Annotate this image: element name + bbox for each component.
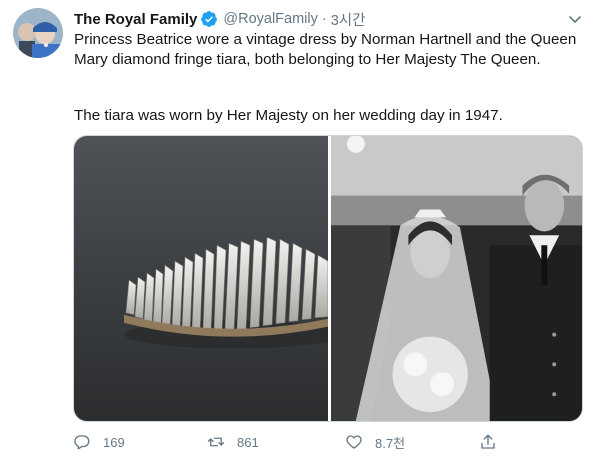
- reply-button[interactable]: 169: [73, 429, 125, 455]
- retweet-icon: [207, 437, 225, 447]
- tiara-image: [74, 136, 328, 421]
- author-name[interactable]: The Royal Family: [74, 11, 197, 28]
- share-button[interactable]: [479, 429, 497, 455]
- retweet-count: 861: [237, 434, 259, 450]
- tweet[interactable]: The Royal Family @RoyalFamily · 3시간 Prin…: [0, 0, 597, 460]
- wedding-photo[interactable]: [331, 136, 582, 421]
- heart-icon: [346, 435, 362, 449]
- chevron-down-icon[interactable]: [567, 11, 583, 27]
- author-handle[interactable]: @RoyalFamily: [223, 11, 317, 27]
- tweet-time[interactable]: 3시간: [331, 9, 366, 30]
- action-bar: 169 861 8.7천: [73, 429, 513, 455]
- media-container: [73, 135, 583, 422]
- verified-badge-icon: [200, 10, 218, 28]
- reply-count: 169: [103, 434, 125, 450]
- separator-dot: ·: [321, 11, 327, 27]
- tiara-photo[interactable]: [74, 136, 328, 421]
- tweet-text-paragraph-1: Princess Beatrice wore a vintage dress b…: [74, 31, 577, 68]
- tweet-text-paragraph-2: The tiara was worn by Her Majesty on her…: [74, 107, 503, 124]
- like-button[interactable]: 8.7천: [345, 429, 405, 455]
- avatar[interactable]: [13, 8, 63, 58]
- tweet-header: The Royal Family @RoyalFamily · 3시간: [74, 9, 365, 29]
- share-icon: [481, 434, 495, 449]
- wedding-image: [331, 136, 582, 421]
- avatar-image: [13, 8, 63, 58]
- like-count: 8.7천: [375, 435, 406, 451]
- retweet-button[interactable]: 861: [207, 429, 259, 455]
- reply-icon: [74, 435, 90, 450]
